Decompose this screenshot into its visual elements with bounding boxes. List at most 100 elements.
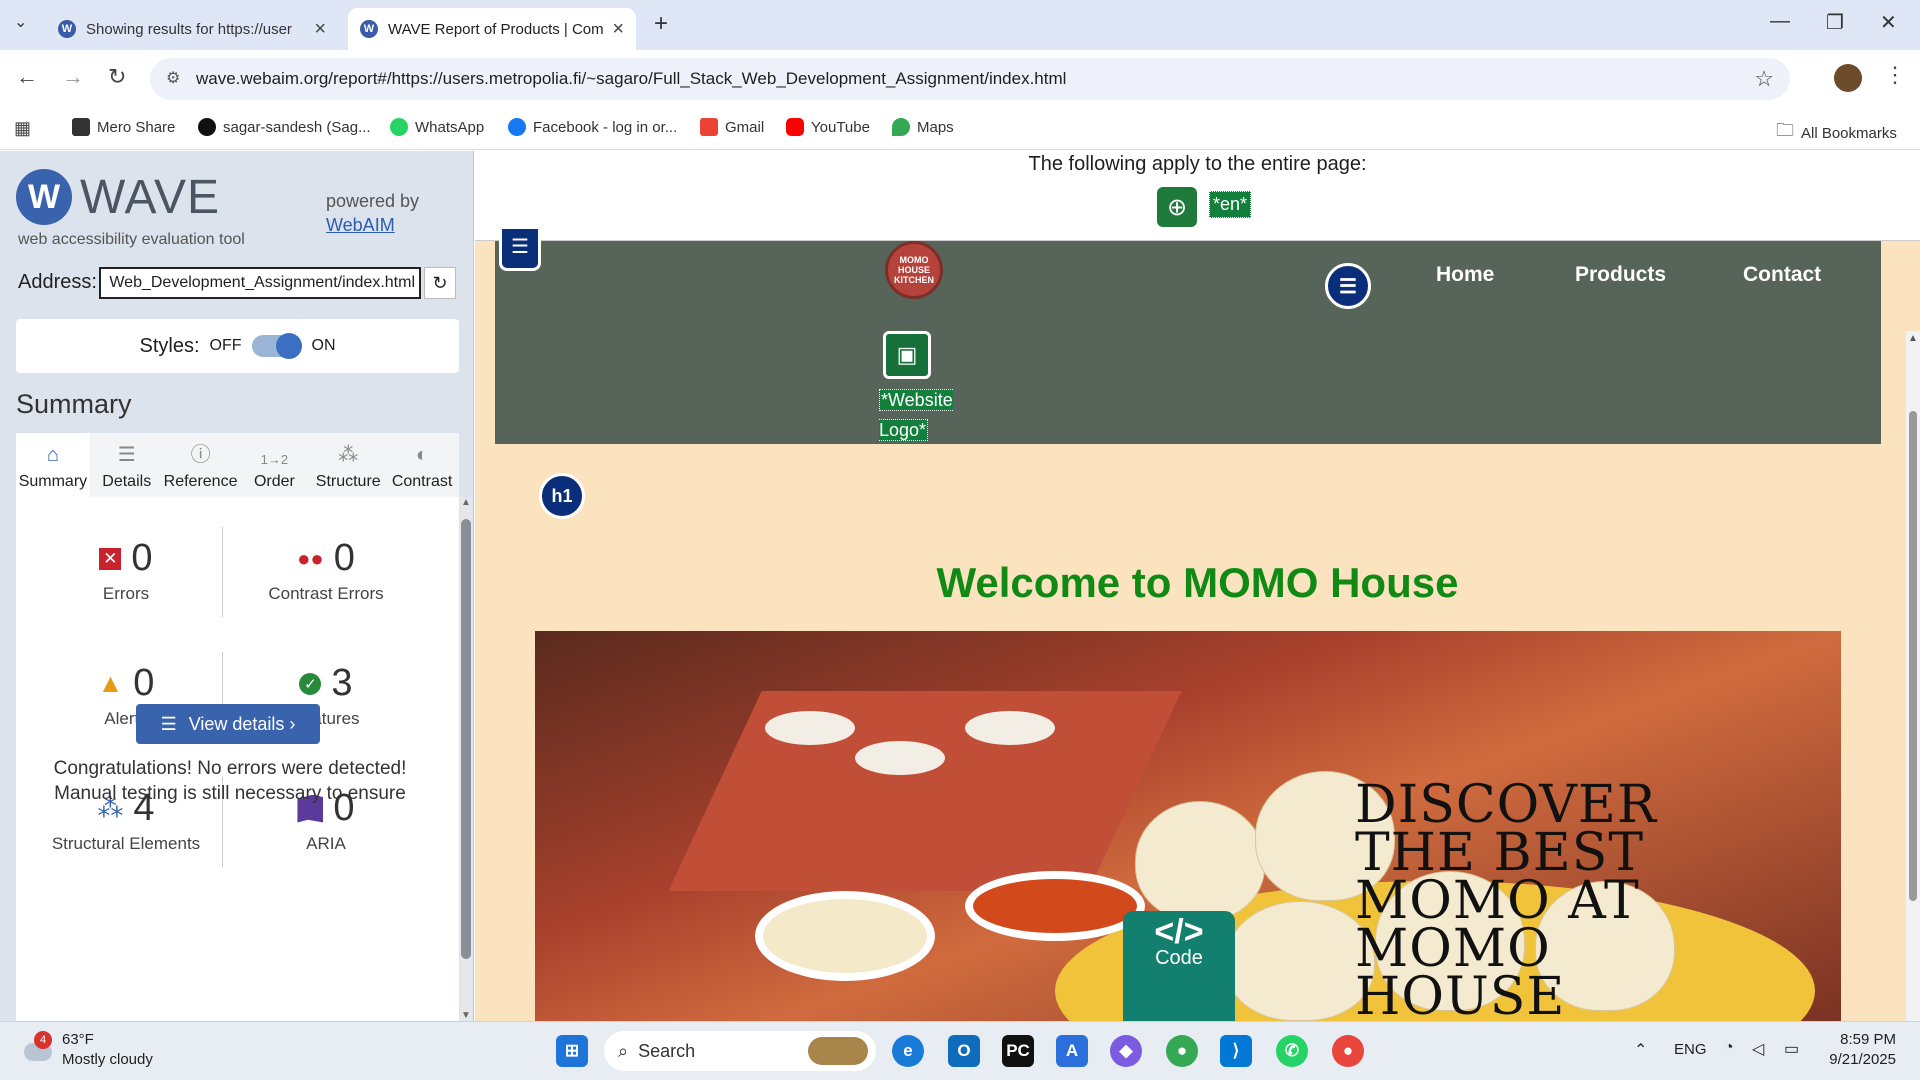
plate-illustration (765, 711, 855, 745)
styles-on-label: ON (311, 337, 336, 354)
nav-products[interactable]: Products (1575, 263, 1666, 287)
new-tab-icon[interactable]: + (654, 10, 668, 38)
tab-wave-report[interactable]: W WAVE Report of Products | Com × (348, 8, 636, 50)
image-alt-icon[interactable]: ▣ (883, 331, 931, 379)
bookmark-github[interactable]: sagar-sandesh (Sag... (198, 118, 371, 136)
tray-overflow-icon[interactable]: ⌃ (1634, 1040, 1647, 1060)
summary-scrollbar[interactable]: ▲ ▼ (460, 497, 472, 1021)
system-clock[interactable]: 8:59 PM 9/21/2025 (1829, 1030, 1896, 1070)
webaim-link[interactable]: WebAIM (326, 215, 395, 235)
bookmark-whatsapp[interactable]: WhatsApp (390, 118, 484, 136)
close-tab-icon[interactable]: × (612, 18, 624, 41)
weather-widget[interactable]: 4 63°F Mostly cloudy (22, 1030, 153, 1070)
wave-logo: W WAVE (16, 169, 220, 225)
scroll-up-icon[interactable]: ▲ (1908, 333, 1918, 344)
wifi-icon[interactable]: ◔ (1724, 1039, 1734, 1057)
app-store-icon[interactable]: A (1056, 1035, 1088, 1067)
h1-badge[interactable]: h1 (539, 473, 585, 519)
copilot-icon[interactable]: ◆ (1110, 1035, 1142, 1067)
volume-icon[interactable]: ◁ (1752, 1039, 1764, 1059)
back-icon[interactable]: ← (16, 64, 38, 90)
list-icon: ☰ (160, 713, 177, 734)
scrollbar-thumb[interactable] (1909, 411, 1917, 901)
profile-avatar[interactable] (1834, 64, 1862, 92)
chrome-active-icon[interactable]: ● (1332, 1035, 1364, 1067)
vscode-icon[interactable]: ⟩ (1220, 1035, 1252, 1067)
tab-showing-results[interactable]: W Showing results for https://user × (46, 8, 338, 50)
scroll-up-icon[interactable]: ▲ (461, 497, 471, 508)
taskbar-search[interactable]: ⌕ Search (604, 1031, 876, 1071)
apply-text: The following apply to the entire page: (1028, 153, 1367, 175)
code-badge[interactable]: </> Code (1123, 911, 1235, 1021)
congrats-message: Congratulations! No errors were detected… (53, 758, 407, 804)
outlook-icon[interactable]: O (948, 1035, 980, 1067)
minimize-icon[interactable]: — (1770, 10, 1790, 33)
facebook-icon (508, 118, 526, 136)
tab-search-icon[interactable]: ⌄ (14, 12, 27, 32)
stat-contrast-errors[interactable]: ●● 0 Contrast Errors (226, 537, 426, 604)
whatsapp-icon[interactable]: ✆ (1276, 1035, 1308, 1067)
scroll-down-icon[interactable]: ▼ (461, 1010, 471, 1021)
tab-title: WAVE Report of Products | Com (388, 20, 604, 38)
styles-toggle[interactable] (251, 333, 302, 359)
mero-share-icon (72, 118, 90, 136)
all-bookmarks[interactable]: 🗀 All Bookmarks (1776, 118, 1897, 148)
tab-summary[interactable]: ⌂ Summary (16, 433, 90, 497)
feature-check-icon: ✓ (299, 672, 322, 695)
tab-reference[interactable]: ⓘ Reference (164, 433, 238, 497)
wave-subtitle: web accessibility evaluation tool (18, 231, 245, 248)
divider (222, 527, 223, 617)
cloud-icon: 4 (22, 1031, 52, 1063)
bookmark-maps[interactable]: Maps (892, 118, 954, 136)
close-tab-icon[interactable]: × (314, 18, 326, 41)
wave-nav-list-icon[interactable]: ☰ (1325, 263, 1371, 309)
bookmark-youtube[interactable]: YouTube (786, 118, 870, 136)
address-refresh-button[interactable]: ↻ (424, 267, 456, 299)
chrome-icon[interactable]: ● (1166, 1035, 1198, 1067)
wave-region-icon[interactable]: ☰ (499, 229, 541, 271)
site-logo[interactable]: MOMO HOUSE KITCHEN (885, 241, 943, 299)
tab-details[interactable]: ☰ Details (90, 433, 164, 497)
language-globe-icon[interactable]: ⊕ (1157, 187, 1197, 227)
nav-home[interactable]: Home (1436, 263, 1494, 287)
tab-contrast[interactable]: ◐ Contrast (385, 433, 459, 497)
scrollbar-thumb[interactable] (461, 519, 471, 959)
styles-off-label: OFF (209, 337, 242, 354)
sauce-bowl-illustration (755, 891, 935, 981)
restore-icon[interactable]: ❐ (1826, 10, 1844, 35)
edge-icon[interactable]: e (892, 1035, 924, 1067)
window-close-icon[interactable]: ✕ (1880, 10, 1897, 35)
wave-tabs: ⌂ Summary ☰ Details ⓘ Reference 1→2 Order ⁂ S… (16, 433, 459, 497)
info-icon: ⓘ (190, 444, 211, 466)
address-input[interactable]: Web_Development_Assignment/index.html (99, 267, 421, 299)
url-bar[interactable]: ⚙ wave.webaim.org/report#/https://users.… (150, 58, 1790, 100)
view-details-button[interactable]: ☰ View details › (136, 704, 320, 744)
bookmark-mero-share[interactable]: Mero Share (72, 118, 175, 136)
language-tag[interactable]: *en* (1209, 191, 1252, 218)
input-language[interactable]: ENG (1674, 1041, 1707, 1058)
pycharm-icon[interactable]: PC (1002, 1035, 1034, 1067)
wave-favicon-icon: W (58, 20, 76, 38)
battery-icon[interactable]: ▭ (1784, 1039, 1799, 1059)
tab-order[interactable]: 1→2 Order (237, 433, 311, 497)
menu-kebab-icon[interactable]: ⋮ (1884, 62, 1906, 88)
bookmark-facebook[interactable]: Facebook - log in or... (508, 118, 677, 136)
apps-grid-icon[interactable]: ▦ (14, 118, 31, 139)
page-scrollbar[interactable]: ▲ ▼ (1906, 331, 1920, 1021)
nav-contact[interactable]: Contact (1743, 263, 1821, 287)
error-icon: ✕ (99, 547, 122, 570)
github-icon (198, 118, 216, 136)
tab-structure[interactable]: ⁂ Structure (311, 433, 385, 497)
forward-icon[interactable]: → (62, 64, 84, 90)
windows-start-icon[interactable]: ⊞ (556, 1035, 588, 1067)
reload-icon[interactable]: ↻ (108, 64, 126, 90)
summary-title: Summary (16, 389, 132, 419)
folder-icon: 🗀 (1776, 120, 1794, 140)
site-header: ☰ MOMO HOUSE KITCHEN ▣ *Website Logo* ☰ … (495, 229, 1881, 444)
welcome-heading: Welcome to MOMO House (936, 559, 1459, 606)
stat-errors[interactable]: ✕ 0 Errors (26, 537, 226, 604)
tab-title: Showing results for https://user (86, 20, 292, 38)
site-info-icon[interactable]: ⚙ (166, 68, 180, 88)
bookmark-star-icon[interactable]: ☆ (1754, 66, 1774, 92)
bookmark-gmail[interactable]: Gmail (700, 118, 764, 136)
